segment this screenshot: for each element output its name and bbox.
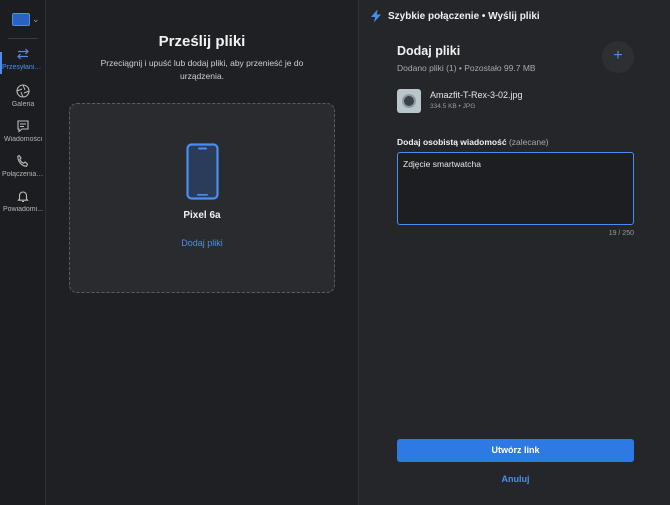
create-link-button[interactable]: Utwórz link (397, 439, 634, 462)
bell-icon (17, 191, 29, 203)
nav-item-notifications[interactable]: Powiadomi... (0, 188, 46, 222)
camera-aperture-icon (16, 84, 30, 98)
nav-item-label: Połączenia t... (2, 171, 46, 178)
nav-item-transfer[interactable]: Przesyłanie ... (0, 46, 46, 80)
transfer-icon (17, 48, 29, 60)
cancel-button[interactable]: Anuluj (397, 474, 634, 484)
page-title: Prześlij pliki (158, 33, 246, 50)
file-thumbnail (397, 89, 421, 113)
drop-zone[interactable]: Pixel 6a Dodaj pliki (69, 103, 335, 293)
add-files-link[interactable]: Dodaj pliki (70, 238, 334, 248)
file-item: Amazfit-T-Rex-3-02.jpg 334.5 KB • JPG (397, 88, 597, 114)
nav-item-calls[interactable]: Połączenia t... (0, 153, 46, 187)
panel-header: Szybkie połączenie • Wyślij pliki (369, 8, 540, 24)
message-label: Dodaj osobistą wiadomość (zalecane) (397, 137, 549, 147)
upload-panel: Prześlij pliki Przeciągnij i upuść lub d… (46, 0, 358, 505)
nav-item-messages[interactable]: Wiadomości (0, 118, 46, 152)
file-meta: 334.5 KB • JPG (430, 103, 476, 110)
upload-instructions: Przeciągnij i upuść lub dodaj pliki, aby… (100, 58, 304, 81)
message-icon (17, 120, 29, 133)
message-textarea[interactable]: Zdjęcie smartwatcha (397, 152, 634, 225)
add-files-title: Dodaj pliki (397, 44, 461, 58)
lightning-icon (371, 9, 381, 23)
add-file-button[interactable]: + (602, 41, 634, 73)
character-counter: 19 / 250 (608, 230, 634, 237)
nav-rail: ⌄ Przesyłanie ... Galeria Wiadomości Poł… (0, 0, 46, 505)
files-summary: Dodano pliki (1) • Pozostało 99.7 MB (397, 63, 536, 73)
smartphone-icon (186, 143, 219, 200)
device-selector[interactable]: ⌄ (10, 10, 40, 30)
chevron-down-icon: ⌄ (32, 14, 40, 24)
send-files-panel: Szybkie połączenie • Wyślij pliki Dodaj … (358, 0, 670, 505)
file-name: Amazfit-T-Rex-3-02.jpg (430, 90, 523, 100)
laptop-icon (12, 13, 30, 26)
nav-item-label: Galeria (11, 101, 35, 108)
panel-title: Szybkie połączenie • Wyślij pliki (388, 10, 540, 22)
watch-icon (402, 94, 416, 108)
nav-item-label: Powiadomi... (2, 206, 44, 213)
nav-item-gallery[interactable]: Galeria (0, 83, 46, 117)
divider (8, 38, 38, 39)
phone-call-icon (17, 154, 29, 167)
message-label-optional: (zalecane) (508, 137, 549, 147)
message-label-text: Dodaj osobistą wiadomość (397, 137, 507, 147)
nav-item-label: Przesyłanie ... (2, 64, 46, 71)
device-name: Pixel 6a (183, 210, 221, 221)
nav-item-label: Wiadomości (3, 136, 43, 143)
